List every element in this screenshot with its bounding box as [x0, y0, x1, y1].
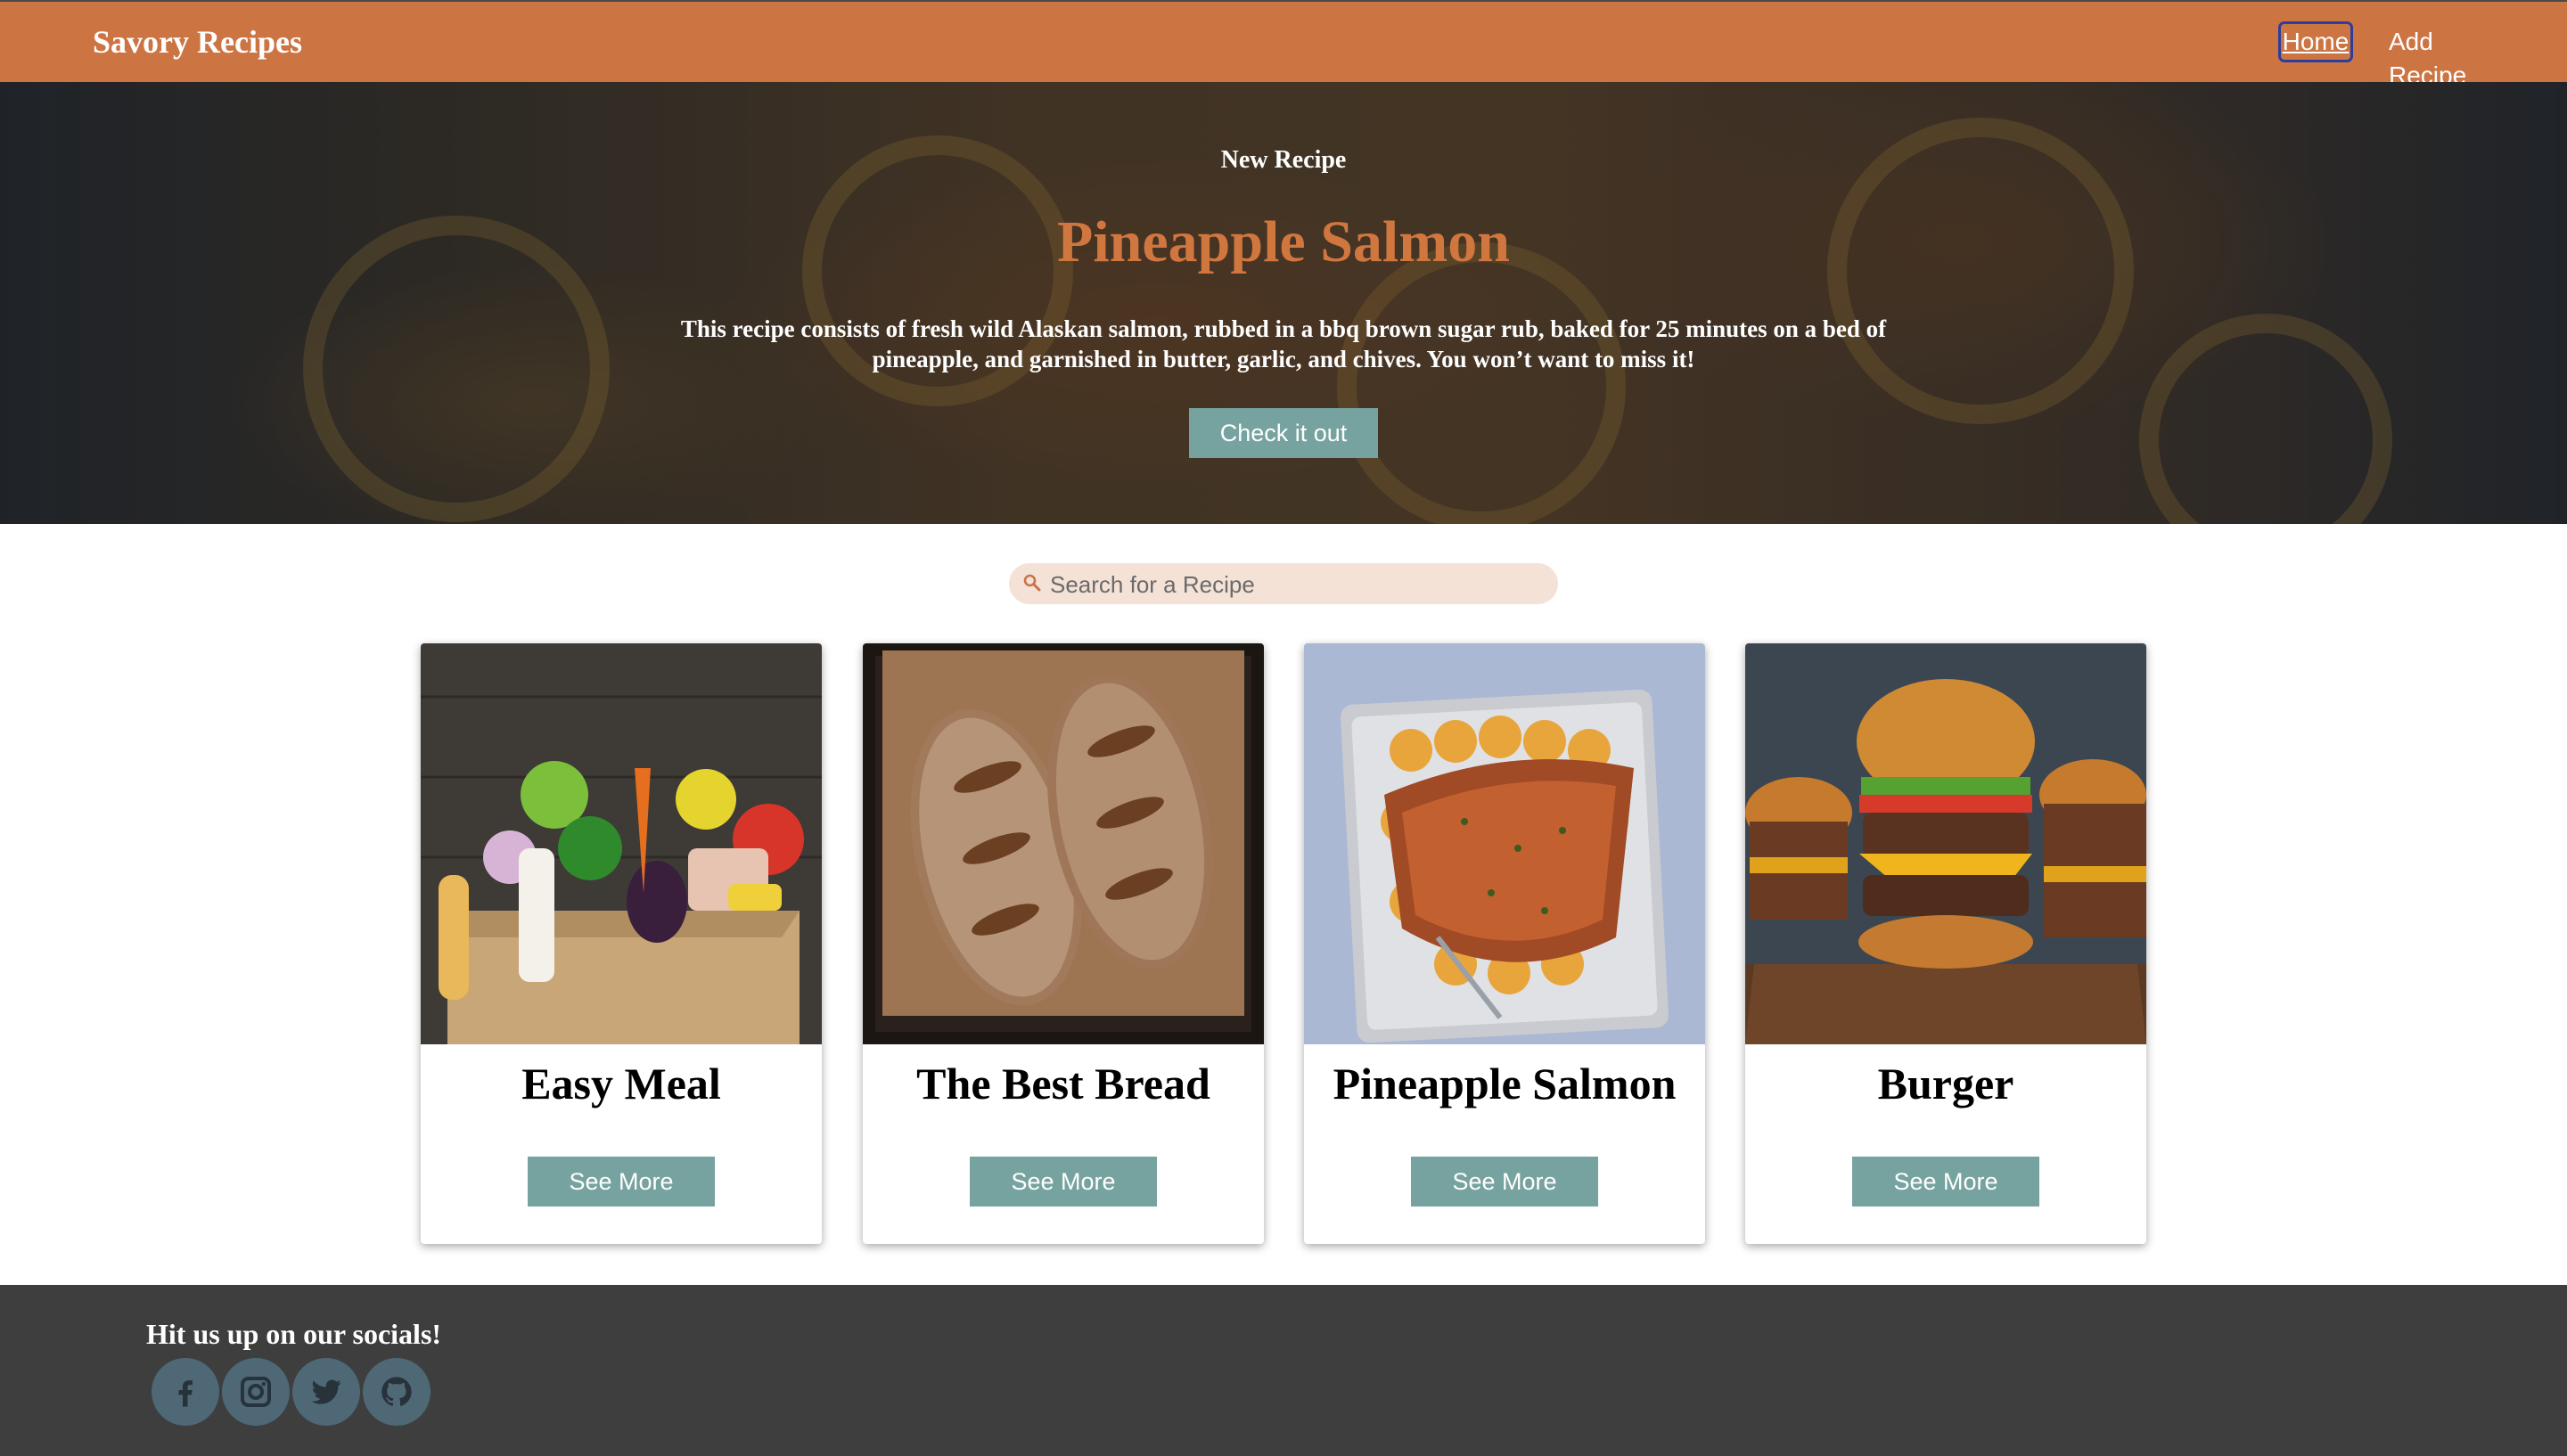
instagram-icon [241, 1377, 271, 1407]
recipe-card: Easy Meal See More [421, 643, 822, 1244]
top-navbar: Savory Recipes Home Add Recipe [0, 0, 2567, 89]
search-bar[interactable] [1009, 563, 1558, 606]
github-icon [381, 1377, 412, 1406]
card-title: Burger [1877, 1059, 2014, 1108]
facebook-icon [178, 1380, 193, 1407]
see-more-button[interactable]: See More [1852, 1157, 2039, 1207]
see-more-button[interactable]: See More [1411, 1157, 1598, 1207]
search-input[interactable] [1048, 563, 1551, 606]
facebook-link[interactable] [152, 1358, 219, 1426]
search-icon [1023, 574, 1041, 592]
hero-banner: New Recipe Pineapple Salmon This recipe … [0, 82, 2567, 524]
twitter-link[interactable] [292, 1358, 360, 1426]
footer: Hit us up on our socials! [0, 1285, 2567, 1456]
github-link[interactable] [363, 1358, 431, 1426]
salmon-tray-image[interactable] [1304, 643, 1705, 1044]
footer-title: Hit us up on our socials! [146, 1318, 442, 1350]
grocery-bag-image[interactable] [421, 643, 822, 1044]
recipe-card: The Best Bread See More [863, 643, 1264, 1244]
bread-loaves-image[interactable] [863, 643, 1264, 1044]
recipe-card: Burger See More [1745, 643, 2146, 1244]
card-title: The Best Bread [916, 1059, 1210, 1108]
nav-home-link[interactable]: Home [2278, 21, 2353, 62]
site-brand[interactable]: Savory Recipes [93, 21, 302, 62]
card-title: Pineapple Salmon [1333, 1059, 1677, 1108]
hero-title: Pineapple Salmon [1057, 209, 1510, 274]
twitter-icon [311, 1379, 341, 1404]
see-more-button[interactable]: See More [528, 1157, 715, 1207]
instagram-link[interactable] [222, 1358, 290, 1426]
hero-kicker: New Recipe [1220, 146, 1347, 174]
see-more-button[interactable]: See More [970, 1157, 1157, 1207]
recipe-card: Pineapple Salmon See More [1304, 643, 1705, 1244]
burgers-image[interactable] [1745, 643, 2146, 1044]
check-it-out-button[interactable]: Check it out [1189, 408, 1378, 458]
hero-description: This recipe consists of fresh wild Alask… [680, 315, 1887, 372]
card-title: Easy Meal [521, 1059, 721, 1108]
